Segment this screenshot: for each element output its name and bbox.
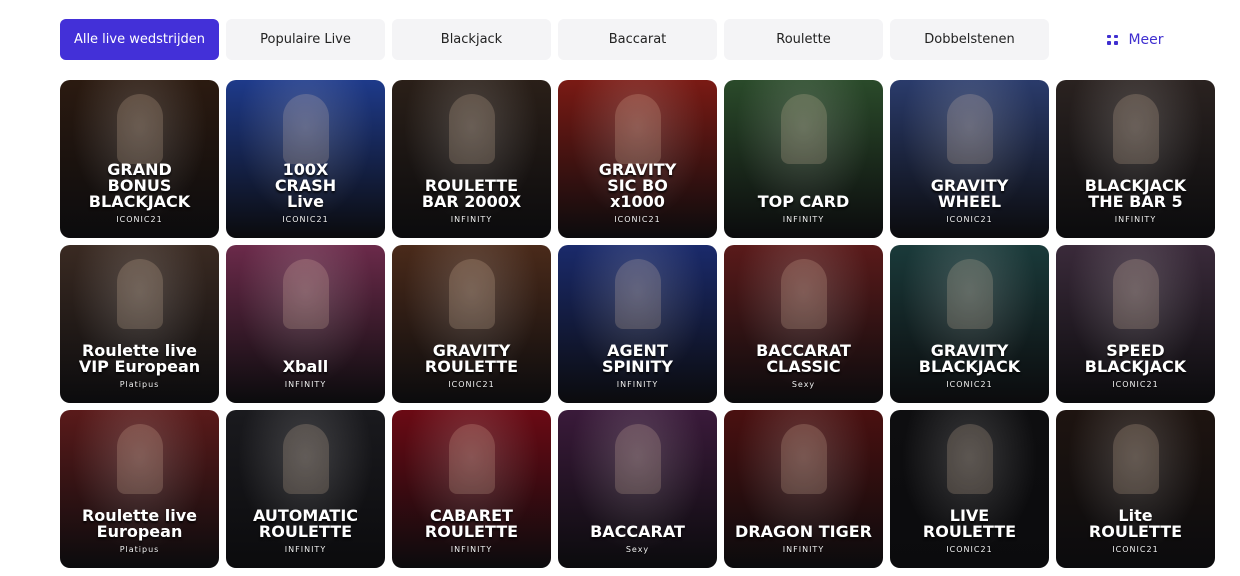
dealer-image — [116, 94, 163, 164]
game-title: BACCARAT — [590, 522, 685, 541]
dealer-image — [116, 424, 163, 494]
game-title: DRAGON TIGER — [735, 522, 872, 541]
dealer-image — [282, 259, 329, 329]
game-provider: ICONIC21 — [1112, 545, 1159, 554]
game-title: AUTOMATIC ROULETTE — [252, 506, 359, 541]
dealer-image — [448, 259, 495, 329]
dealer-image — [946, 259, 993, 329]
dealer-image — [1112, 424, 1159, 494]
game-title: 100X CRASH Live — [274, 160, 337, 211]
game-card[interactable]: GRAVITY ROULETTE ICONIC21 — [392, 245, 551, 403]
game-provider: ICONIC21 — [946, 545, 993, 554]
game-provider: INFINITY — [1114, 215, 1157, 224]
game-provider: ICONIC21 — [1112, 380, 1159, 389]
dealer-image — [780, 424, 827, 494]
game-provider: INFINITY — [616, 380, 659, 389]
game-title: GRAVITY BLACKJACK — [918, 341, 1021, 376]
dealer-image — [1112, 94, 1159, 164]
grid-dots-icon — [1107, 34, 1118, 45]
dealer-image — [282, 94, 329, 164]
game-card[interactable]: Xball INFINITY — [226, 245, 385, 403]
game-provider: ICONIC21 — [946, 215, 993, 224]
dealer-image — [614, 259, 661, 329]
more-label: Meer — [1128, 31, 1164, 48]
game-provider: Platipus — [119, 380, 160, 389]
dealer-image — [780, 259, 827, 329]
tab-popular-live[interactable]: Populaire Live — [226, 19, 385, 60]
game-provider: ICONIC21 — [116, 215, 163, 224]
game-provider: ICONIC21 — [946, 380, 993, 389]
game-card[interactable]: TOP CARD INFINITY — [724, 80, 883, 238]
more-button[interactable]: Meer — [1056, 19, 1215, 60]
game-title: ROULETTE BAR 2000X — [421, 176, 522, 211]
game-provider: INFINITY — [450, 215, 493, 224]
game-provider: INFINITY — [782, 215, 825, 224]
game-provider: INFINITY — [450, 545, 493, 554]
game-card[interactable]: AGENT SPINITY INFINITY — [558, 245, 717, 403]
game-provider: Sexy — [791, 380, 816, 389]
tab-baccarat[interactable]: Baccarat — [558, 19, 717, 60]
dealer-image — [614, 94, 661, 164]
game-card[interactable]: BACCARAT CLASSIC Sexy — [724, 245, 883, 403]
game-card[interactable]: GRAVITY WHEEL ICONIC21 — [890, 80, 1049, 238]
game-title: TOP CARD — [757, 192, 850, 211]
dealer-image — [282, 424, 329, 494]
game-card[interactable]: 100X CRASH Live ICONIC21 — [226, 80, 385, 238]
game-title: AGENT SPINITY — [601, 341, 674, 376]
game-title: SPEED BLACKJACK — [1084, 341, 1187, 376]
game-provider: INFINITY — [284, 545, 327, 554]
game-grid: GRAND BONUS BLACKJACK ICONIC21 100X CRASH … — [60, 80, 1215, 568]
tab-dice[interactable]: Dobbelstenen — [890, 19, 1049, 60]
game-provider: Sexy — [625, 545, 650, 554]
game-card[interactable]: Lite ROULETTE ICONIC21 — [1056, 410, 1215, 568]
game-provider: INFINITY — [284, 380, 327, 389]
game-title: Lite ROULETTE — [1088, 506, 1183, 541]
game-card[interactable]: CABARET ROULETTE INFINITY — [392, 410, 551, 568]
game-provider: ICONIC21 — [282, 215, 329, 224]
category-tabs: Alle live wedstrijden Populaire Live Black… — [60, 19, 1220, 60]
tab-all-live[interactable]: Alle live wedstrijden — [60, 19, 219, 60]
dealer-image — [116, 259, 163, 329]
dealer-image — [946, 94, 993, 164]
game-title: GRAVITY ROULETTE — [424, 341, 519, 376]
dealer-image — [946, 424, 993, 494]
game-title: GRAVITY SIC BO x1000 — [598, 160, 677, 211]
game-card[interactable]: GRAVITY BLACKJACK ICONIC21 — [890, 245, 1049, 403]
game-title: BLACKJACK THE BAR 5 — [1084, 176, 1187, 211]
game-title: Roulette live VIP European — [78, 341, 201, 376]
game-title: Xball — [282, 357, 329, 376]
game-card[interactable]: DRAGON TIGER INFINITY — [724, 410, 883, 568]
game-card[interactable]: ROULETTE BAR 2000X INFINITY — [392, 80, 551, 238]
game-title: BACCARAT CLASSIC — [756, 341, 851, 376]
game-provider: ICONIC21 — [448, 380, 495, 389]
game-title: Roulette live European — [81, 506, 197, 541]
game-card[interactable]: AUTOMATIC ROULETTE INFINITY — [226, 410, 385, 568]
game-card[interactable]: GRAND BONUS BLACKJACK ICONIC21 — [60, 80, 219, 238]
game-provider: Platipus — [119, 545, 160, 554]
game-card[interactable]: LIVE ROULETTE ICONIC21 — [890, 410, 1049, 568]
game-provider: ICONIC21 — [614, 215, 661, 224]
game-title: GRAVITY WHEEL — [930, 176, 1009, 211]
game-title: GRAND BONUS BLACKJACK — [88, 160, 191, 211]
dealer-image — [1112, 259, 1159, 329]
tab-roulette[interactable]: Roulette — [724, 19, 883, 60]
game-card[interactable]: SPEED BLACKJACK ICONIC21 — [1056, 245, 1215, 403]
game-card[interactable]: Roulette live European Platipus — [60, 410, 219, 568]
game-title: CABARET ROULETTE — [424, 506, 519, 541]
game-card[interactable]: Roulette live VIP European Platipus — [60, 245, 219, 403]
tab-blackjack[interactable]: Blackjack — [392, 19, 551, 60]
game-card[interactable]: BLACKJACK THE BAR 5 INFINITY — [1056, 80, 1215, 238]
game-card[interactable]: BACCARAT Sexy — [558, 410, 717, 568]
game-provider: INFINITY — [782, 545, 825, 554]
dealer-image — [780, 94, 827, 164]
dealer-image — [448, 424, 495, 494]
dealer-image — [614, 424, 661, 494]
game-title: LIVE ROULETTE — [922, 506, 1017, 541]
dealer-image — [448, 94, 495, 164]
game-card[interactable]: GRAVITY SIC BO x1000 ICONIC21 — [558, 80, 717, 238]
